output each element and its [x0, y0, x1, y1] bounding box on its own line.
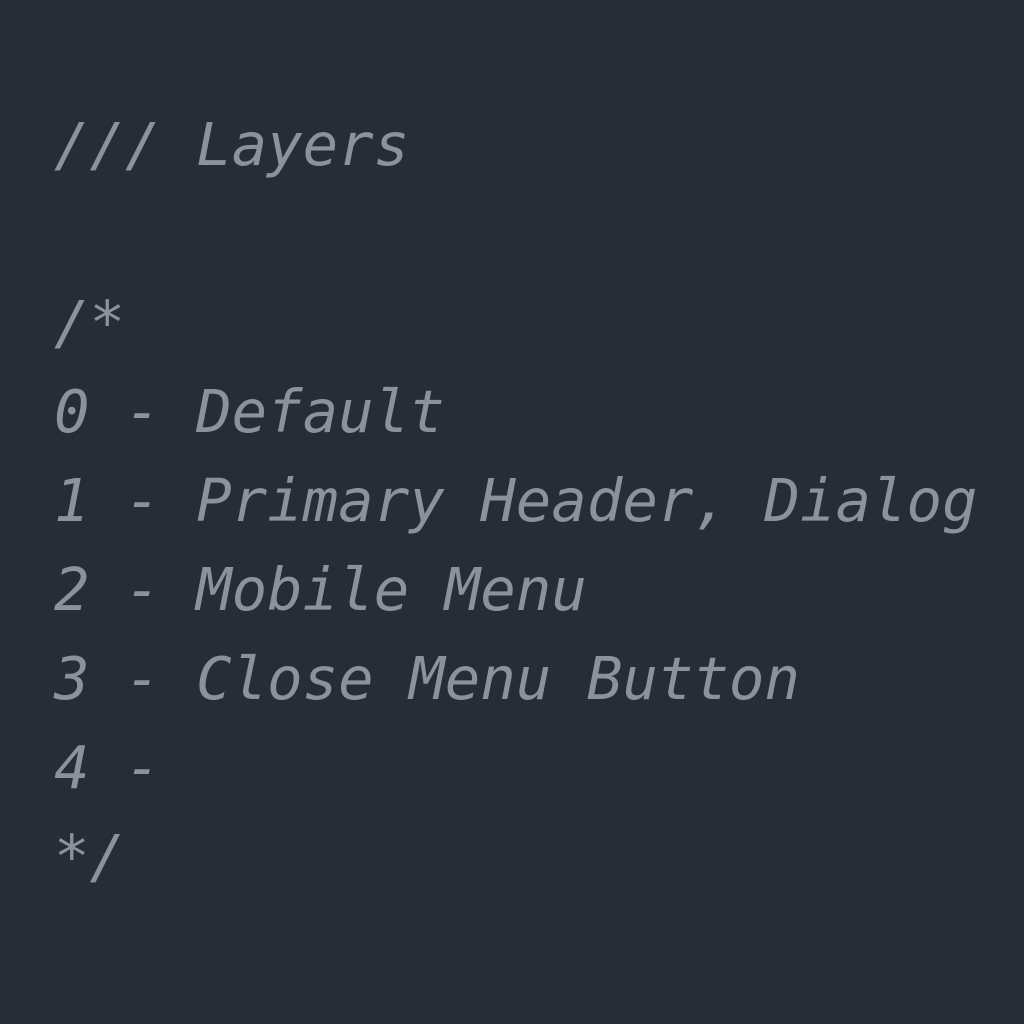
code-line-layer-4: 4 - [54, 733, 161, 802]
code-line-layer-1: 1 - Primary Header, Dialog [54, 466, 978, 535]
code-line-comment-open: /* [54, 288, 126, 357]
code-line-comment-title: /// Layers [54, 110, 410, 179]
code-line-layer-2: 2 - Mobile Menu [54, 555, 587, 624]
code-editor[interactable]: /// Layers /* 0 - Default 1 - Primary He… [0, 0, 1024, 1024]
code-line-comment-close: */ [54, 822, 126, 891]
code-line-layer-0: 0 - Default [54, 377, 445, 446]
code-line-layer-3: 3 - Close Menu Button [54, 644, 800, 713]
